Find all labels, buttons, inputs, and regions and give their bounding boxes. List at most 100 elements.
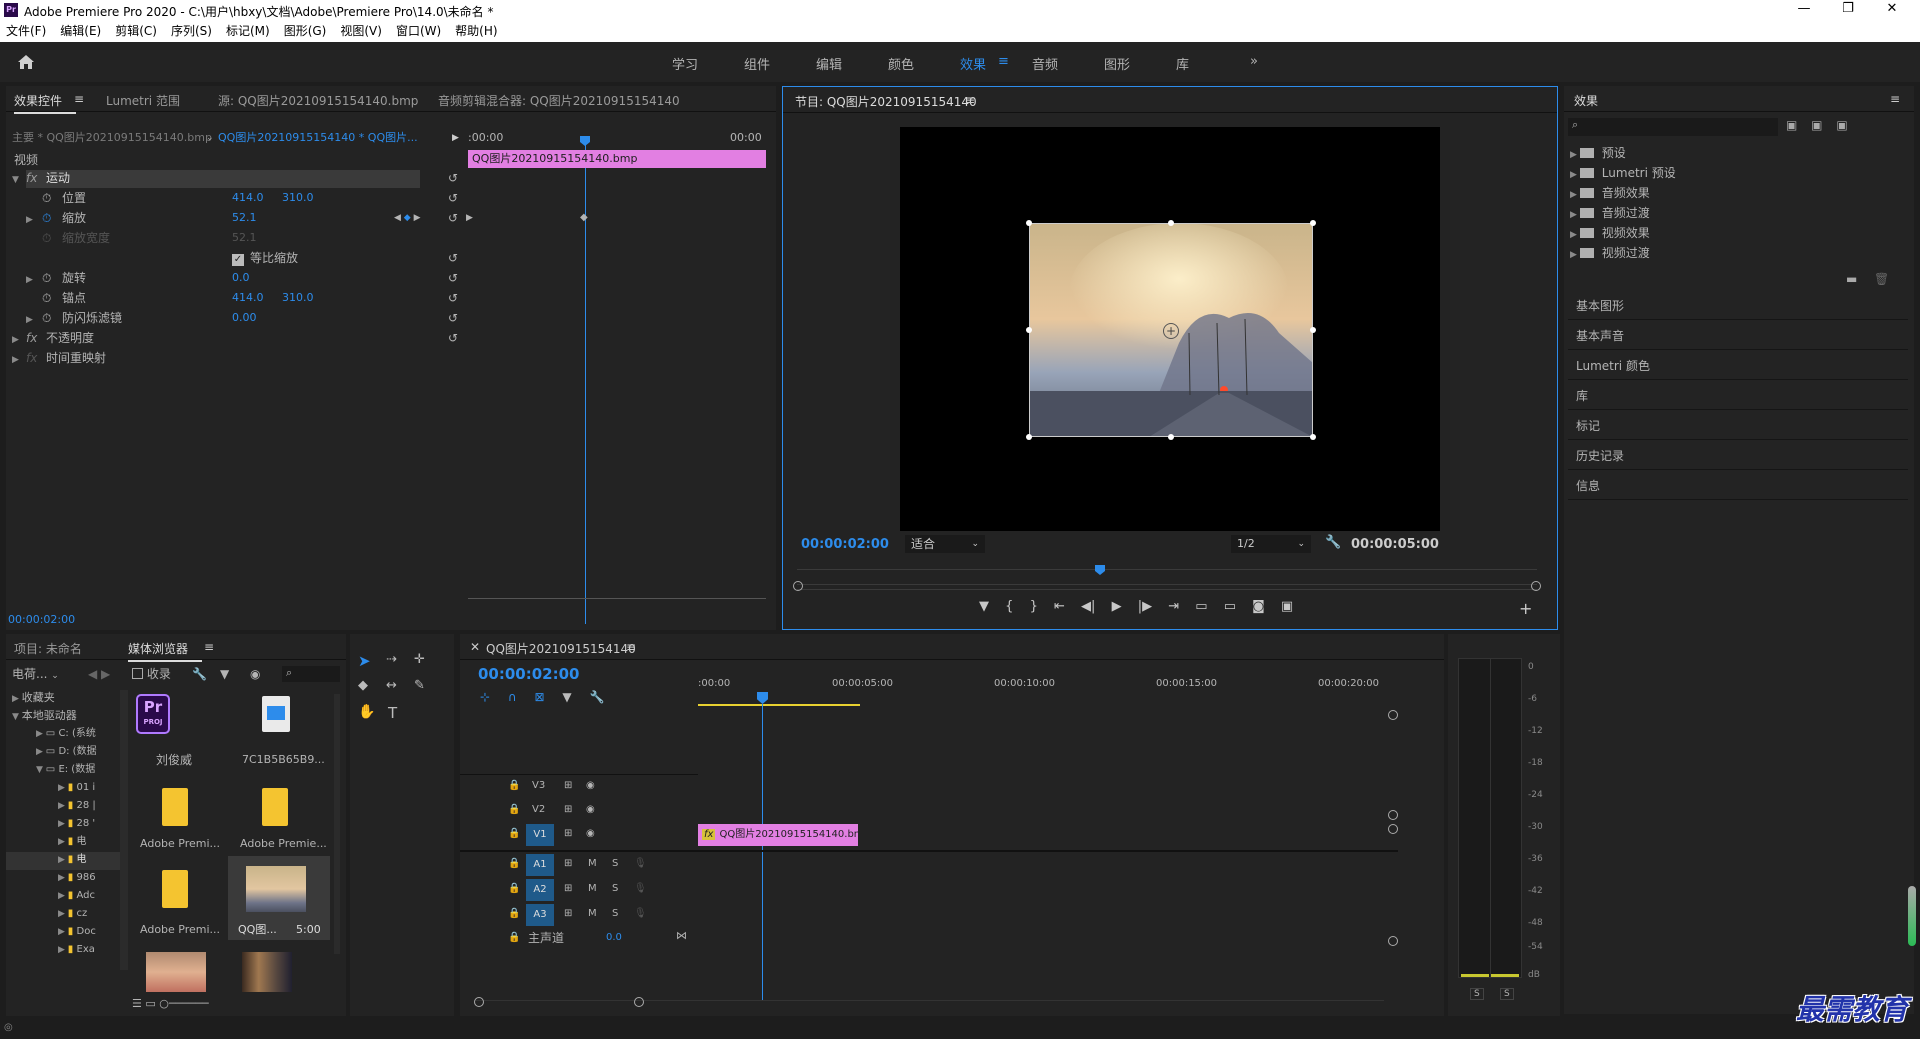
solo-left-button[interactable]: S bbox=[1470, 988, 1484, 1000]
selection-tool-icon[interactable]: ➤ bbox=[358, 652, 371, 670]
tree-folder-selected[interactable]: ▶ ▮ 电 bbox=[58, 850, 87, 870]
solo-button[interactable]: S bbox=[612, 854, 618, 874]
minimize-button[interactable]: — bbox=[1784, 1, 1824, 16]
fx-icon[interactable]: fx bbox=[26, 328, 37, 348]
linked-selection-icon[interactable]: ⊠ bbox=[535, 690, 545, 704]
keyframe-diamond-icon[interactable]: ◆ bbox=[580, 208, 588, 228]
track-v2-label[interactable]: V2 bbox=[532, 800, 545, 820]
sequence-clip-select[interactable]: QQ图片20210915154140 * QQ图片... bbox=[218, 128, 458, 148]
folder-icon[interactable] bbox=[162, 870, 188, 908]
lumetri-color-section[interactable]: Lumetri 颜色 bbox=[1568, 352, 1908, 380]
essential-graphics-section[interactable]: 基本图形 bbox=[1568, 292, 1908, 320]
prev-keyframe-icon[interactable]: ◀ ◆ ▶ bbox=[394, 208, 421, 228]
anchor-point-icon[interactable]: + bbox=[1163, 323, 1179, 339]
reset-position-icon[interactable]: ↺ bbox=[448, 188, 458, 208]
tab-source[interactable]: 源: QQ图片20210915154140.bmp bbox=[218, 92, 418, 109]
panel-menu-icon[interactable]: ≡ bbox=[965, 93, 975, 107]
menu-file[interactable]: 文件(F) bbox=[6, 20, 46, 42]
eye-icon[interactable]: ◉ bbox=[586, 800, 595, 820]
solo-button[interactable]: S bbox=[612, 904, 618, 924]
maximize-button[interactable]: ❐ bbox=[1828, 1, 1868, 16]
tab-media-browser[interactable]: 媒体浏览器 bbox=[128, 640, 203, 662]
track-lock-icon[interactable]: 🔒 bbox=[508, 776, 520, 796]
ws-graphics[interactable]: 图形 bbox=[1104, 54, 1130, 73]
stopwatch-icon[interactable]: ⏱ bbox=[42, 268, 51, 288]
track-select-tool-icon[interactable]: ⇢ bbox=[386, 652, 397, 667]
program-ruler[interactable] bbox=[797, 569, 1537, 570]
track-lock-icon[interactable]: 🔒 bbox=[508, 824, 520, 844]
export-frame-icon[interactable]: ◙ bbox=[1252, 599, 1265, 614]
solo-button[interactable]: S bbox=[612, 879, 618, 899]
folder-icon[interactable] bbox=[162, 788, 188, 826]
type-tool-icon[interactable]: T bbox=[388, 704, 397, 722]
delete-icon[interactable]: 🗑 bbox=[1874, 272, 1889, 286]
go-to-out-icon[interactable]: ⇥ bbox=[1168, 599, 1179, 614]
effects-tree-video-effects[interactable]: ▶ 视频效果 bbox=[1570, 224, 1650, 242]
media-search-input[interactable]: ⌕ bbox=[282, 666, 340, 682]
ws-effects[interactable]: 效果 bbox=[960, 54, 986, 73]
transform-handle[interactable] bbox=[1026, 434, 1032, 440]
menu-marker[interactable]: 标记(M) bbox=[226, 20, 270, 42]
fit-select[interactable]: 适合 ⌄ bbox=[905, 535, 985, 553]
tree-folder[interactable]: ▶ ▮ 电 bbox=[58, 832, 87, 852]
toggle-sync-icon[interactable]: ⊞ bbox=[564, 879, 572, 899]
menu-graphics[interactable]: 图形(G) bbox=[284, 20, 327, 42]
tree-folder[interactable]: ▶ ▮ Exa bbox=[58, 940, 95, 960]
button-editor-icon[interactable]: + bbox=[1519, 599, 1532, 619]
comparison-view-icon[interactable]: ▣ bbox=[1281, 599, 1293, 614]
effects-tree-video-transitions[interactable]: ▶ 视频过渡 bbox=[1570, 244, 1650, 262]
tab-effect-controls[interactable]: 效果控件 bbox=[14, 92, 77, 114]
transform-handle[interactable] bbox=[1026, 327, 1032, 333]
chevron-down-icon[interactable]: ⌄ bbox=[206, 128, 214, 148]
resolution-select[interactable]: 1/2 ⌄ bbox=[1231, 535, 1311, 553]
slip-tool-icon[interactable]: ↔ bbox=[386, 678, 397, 693]
timeline-vscroll[interactable] bbox=[1388, 710, 1398, 950]
effects-tree-lumetri-presets[interactable]: ▶ Lumetri 预设 bbox=[1570, 164, 1676, 182]
track-a2-label[interactable]: A2 bbox=[526, 879, 554, 901]
anchor-y-value[interactable]: 310.0 bbox=[282, 288, 314, 308]
track-lock-icon[interactable]: 🔒 bbox=[508, 928, 520, 948]
fx-icon[interactable]: fx bbox=[26, 168, 37, 188]
mute-button[interactable]: M bbox=[588, 904, 597, 924]
media-item-name[interactable]: Adobe Premi... bbox=[140, 920, 220, 940]
ws-learn[interactable]: 学习 bbox=[672, 54, 698, 73]
panel-menu-icon[interactable]: ≡ bbox=[1890, 92, 1900, 106]
tree-local-drives[interactable]: ▼ 本地驱动器 bbox=[12, 706, 77, 726]
work-area-bar[interactable] bbox=[698, 704, 860, 706]
motion-expand-icon[interactable]: ▼ bbox=[12, 168, 19, 188]
reset-opacity-icon[interactable]: ↺ bbox=[448, 328, 458, 348]
step-back-icon[interactable]: ◀| bbox=[1081, 599, 1095, 614]
master-clip-label[interactable]: 主要 * QQ图片20210915154140.bmp bbox=[12, 128, 212, 148]
transform-handle[interactable] bbox=[1310, 220, 1316, 226]
list-view-icon[interactable]: ☰ ▭ ○────── bbox=[132, 994, 209, 1014]
timeline-playhead[interactable] bbox=[757, 692, 768, 704]
mute-button[interactable]: M bbox=[588, 879, 597, 899]
eye-icon[interactable]: ◉ bbox=[586, 776, 595, 796]
hand-tool-icon[interactable]: ✋ bbox=[358, 704, 375, 720]
zoom-handle-left[interactable] bbox=[793, 581, 803, 591]
ws-libraries[interactable]: 库 bbox=[1176, 54, 1189, 73]
reset-flicker-icon[interactable]: ↺ bbox=[448, 308, 458, 328]
media-item-name[interactable]: 7C1B5B65B9... bbox=[242, 750, 325, 770]
tree-scrollbar[interactable] bbox=[120, 690, 128, 970]
tree-folder[interactable]: ▶ ▮ 01 i bbox=[58, 778, 95, 798]
accelerated-effects-icon[interactable]: ▣ bbox=[1786, 118, 1797, 132]
history-section[interactable]: 历史记录 bbox=[1568, 442, 1908, 470]
mark-out-icon[interactable]: } bbox=[1030, 599, 1038, 614]
toggle-sync-icon[interactable]: ⊞ bbox=[564, 776, 572, 796]
media-item-name[interactable]: 刘俊威 bbox=[156, 750, 192, 770]
anchor-x-value[interactable]: 414.0 bbox=[232, 288, 264, 308]
transform-handle[interactable] bbox=[1168, 220, 1174, 226]
32bit-effects-icon[interactable]: ▣ bbox=[1811, 118, 1822, 132]
add-marker-icon[interactable]: ▼ bbox=[979, 599, 989, 614]
reset-anchor-icon[interactable]: ↺ bbox=[448, 288, 458, 308]
master-volume-value[interactable]: 0.0 bbox=[606, 928, 622, 948]
tree-favorites[interactable]: ▶ 收藏夹 bbox=[12, 688, 55, 708]
program-timecode[interactable]: 00:00:02:00 bbox=[801, 535, 889, 555]
timeline-timecode[interactable]: 00:00:02:00 bbox=[478, 664, 580, 684]
yuv-effects-icon[interactable]: ▣ bbox=[1836, 118, 1847, 132]
tree-folder[interactable]: ▶ ▮ 986 bbox=[58, 868, 96, 888]
image-file-icon[interactable] bbox=[262, 696, 290, 732]
wrench-icon[interactable]: 🔧 bbox=[1325, 533, 1341, 553]
scale-value[interactable]: 52.1 bbox=[232, 208, 257, 228]
